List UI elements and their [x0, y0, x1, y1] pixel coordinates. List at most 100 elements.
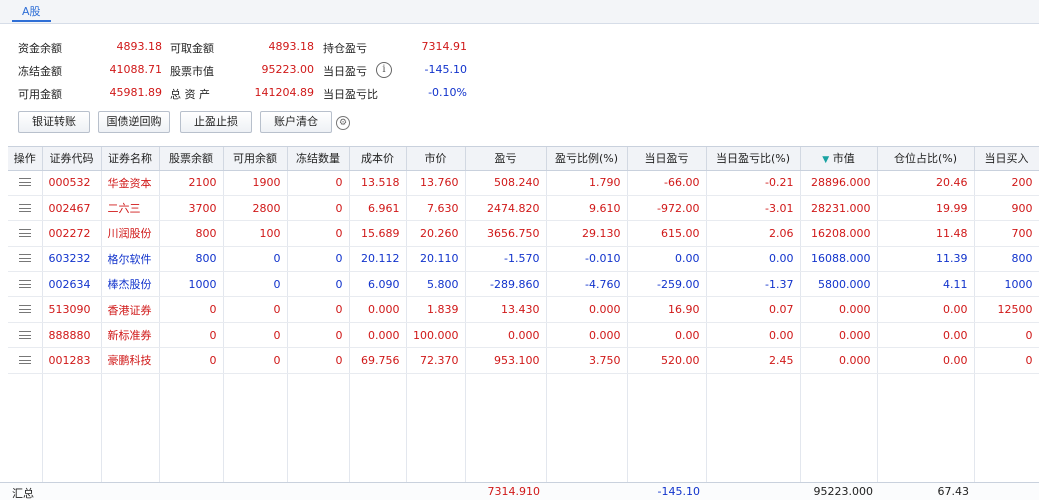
header-col-action[interactable]: 操作: [8, 147, 43, 171]
header-col-today-buy[interactable]: 当日买入: [974, 147, 1039, 171]
cell-col-cost: 15.689: [349, 220, 407, 247]
cell-col-cost: 6.961: [349, 195, 407, 222]
cell-col-available: 0: [223, 296, 288, 323]
menu-lines-icon: [18, 178, 31, 187]
row-menu-icon[interactable]: [8, 322, 43, 349]
footer-position-ratio: 67.43: [937, 485, 970, 498]
cell-col-code: 002634: [42, 271, 102, 298]
cell-col-pnl-ratio: 9.610: [546, 195, 628, 222]
cell-col-pnl-ratio: -4.760: [546, 271, 628, 298]
empty-cell: [706, 373, 801, 484]
cell-col-available: 0: [223, 322, 288, 349]
cell-col-code: 513090: [42, 296, 102, 323]
row-menu-icon[interactable]: [8, 347, 43, 374]
cell-col-pnl: 3656.750: [465, 220, 547, 247]
table-row[interactable]: 603232 格尔软件 800 0 0 20.112 20.110 -1.570 -0.010 0…: [8, 246, 1039, 273]
cell-col-today-pnl-ratio: -3.01: [706, 195, 801, 222]
available-value: 45981.89: [109, 86, 163, 99]
clear-account-button[interactable]: 账户清仓: [260, 111, 332, 133]
cell-col-today-pnl-ratio: 0.07: [706, 296, 801, 323]
cell-col-pnl: 953.100: [465, 347, 547, 374]
table-row[interactable]: 002634 棒杰股份 1000 0 0 6.090 5.800 -289.860 -4.760…: [8, 271, 1039, 298]
cell-col-code: 001283: [42, 347, 102, 374]
header-col-code[interactable]: 证券代码: [42, 147, 102, 171]
cell-col-balance: 0: [159, 347, 224, 374]
footer-label: 汇总: [12, 487, 34, 500]
footer-today-pnl: -145.10: [657, 485, 700, 498]
info-icon[interactable]: i: [376, 62, 392, 78]
empty-cell: [42, 373, 102, 484]
header-col-pnl[interactable]: 盈亏: [465, 147, 547, 171]
cell-col-today-pnl-ratio: -1.37: [706, 271, 801, 298]
cell-col-available: 2800: [223, 195, 288, 222]
header-col-position-ratio[interactable]: 仓位占比(%): [877, 147, 975, 171]
header-col-available[interactable]: 可用余额: [223, 147, 288, 171]
row-menu-icon[interactable]: [8, 170, 43, 196]
row-menu-icon[interactable]: [8, 220, 43, 247]
empty-cell: [465, 373, 547, 484]
cell-col-today-pnl-ratio: 0.00: [706, 322, 801, 349]
row-menu-icon[interactable]: [8, 195, 43, 222]
cell-col-market-value: 0.000: [800, 322, 878, 349]
row-menu-icon[interactable]: [8, 271, 43, 298]
empty-cell: [287, 373, 350, 484]
table-row[interactable]: 002467 二六三 3700 2800 0 6.961 7.630 2474.820 9.61…: [8, 195, 1039, 222]
header-col-frozen[interactable]: 冻结数量: [287, 147, 350, 171]
tab-a-shares[interactable]: A股: [12, 2, 51, 22]
table-row[interactable]: 888880 新标准券 0 0 0 0.000 100.000 0.000 0.000 0.00 0…: [8, 322, 1039, 349]
available-label: 可用金额: [18, 88, 62, 101]
header-col-balance[interactable]: 股票余额: [159, 147, 224, 171]
table-row[interactable]: 000532 华金资本 2100 1900 0 13.518 13.760 508.240 1.…: [8, 170, 1039, 196]
header-col-price[interactable]: 市价: [406, 147, 466, 171]
header-col-cost[interactable]: 成本价: [349, 147, 407, 171]
cell-col-pnl-ratio: 0.000: [546, 322, 628, 349]
cell-col-price: 7.630: [406, 195, 466, 222]
cell-col-pnl-ratio: 3.750: [546, 347, 628, 374]
cell-col-today-pnl: -259.00: [627, 271, 707, 298]
header-col-today-pnl[interactable]: 当日盈亏: [627, 147, 707, 171]
cell-col-available: 0: [223, 347, 288, 374]
table-row[interactable]: 001283 豪鹏科技 0 0 0 69.756 72.370 953.100 3.750 520…: [8, 347, 1039, 374]
cell-col-today-pnl-ratio: -0.21: [706, 170, 801, 196]
stop-loss-button[interactable]: 止盈止损: [180, 111, 252, 133]
header-label: 成本价: [361, 152, 394, 166]
empty-cell: [546, 373, 628, 484]
cell-col-balance: 800: [159, 220, 224, 247]
settings-icon[interactable]: ⚙: [336, 116, 350, 130]
frozen-label: 冻结金额: [18, 65, 62, 78]
bank-transfer-button[interactable]: 银证转账: [18, 111, 90, 133]
cell-col-today-buy: 1000: [974, 271, 1039, 298]
footer-pnl: 7314.910: [487, 485, 541, 498]
empty-cell: [223, 373, 288, 484]
cell-col-market-value: 16208.000: [800, 220, 878, 247]
empty-cell: [627, 373, 707, 484]
header-label: 市值: [832, 152, 855, 166]
cell-col-position-ratio: 19.99: [877, 195, 975, 222]
cell-col-price: 13.760: [406, 170, 466, 196]
cell-col-frozen: 0: [287, 347, 350, 374]
header-col-market-value[interactable]: ▼ 市值: [800, 147, 878, 171]
cell-col-position-ratio: 11.39: [877, 246, 975, 273]
table-row[interactable]: 513090 香港证券 0 0 0 0.000 1.839 13.430 0.000 16.90 0…: [8, 296, 1039, 323]
row-menu-icon[interactable]: [8, 246, 43, 273]
cell-col-balance: 2100: [159, 170, 224, 196]
header-col-today-pnl-ratio[interactable]: 当日盈亏比(%): [706, 147, 801, 171]
cell-col-position-ratio: 20.46: [877, 170, 975, 196]
cell-col-code: 002467: [42, 195, 102, 222]
cell-col-cost: 69.756: [349, 347, 407, 374]
cell-col-position-ratio: 0.00: [877, 347, 975, 374]
header-col-name[interactable]: 证券名称: [101, 147, 160, 171]
header-col-pnl-ratio[interactable]: 盈亏比例(%): [546, 147, 628, 171]
summary-footer: 汇总 7314.910 -145.10 95223.000 67.43: [0, 482, 1039, 500]
bond-repo-button[interactable]: 国债逆回购: [98, 111, 170, 133]
tab-bar: A股: [0, 0, 1039, 24]
cell-col-frozen: 0: [287, 220, 350, 247]
cell-col-cost: 6.090: [349, 271, 407, 298]
cell-col-today-buy: 900: [974, 195, 1039, 222]
market-value-value: 95223.00: [261, 63, 315, 76]
position-pnl-value: 7314.91: [421, 40, 468, 53]
table-row[interactable]: 002272 川润股份 800 100 0 15.689 20.260 3656.750 29.…: [8, 220, 1039, 247]
cell-col-available: 0: [223, 271, 288, 298]
withdrawable-value: 4893.18: [268, 40, 315, 53]
row-menu-icon[interactable]: [8, 296, 43, 323]
